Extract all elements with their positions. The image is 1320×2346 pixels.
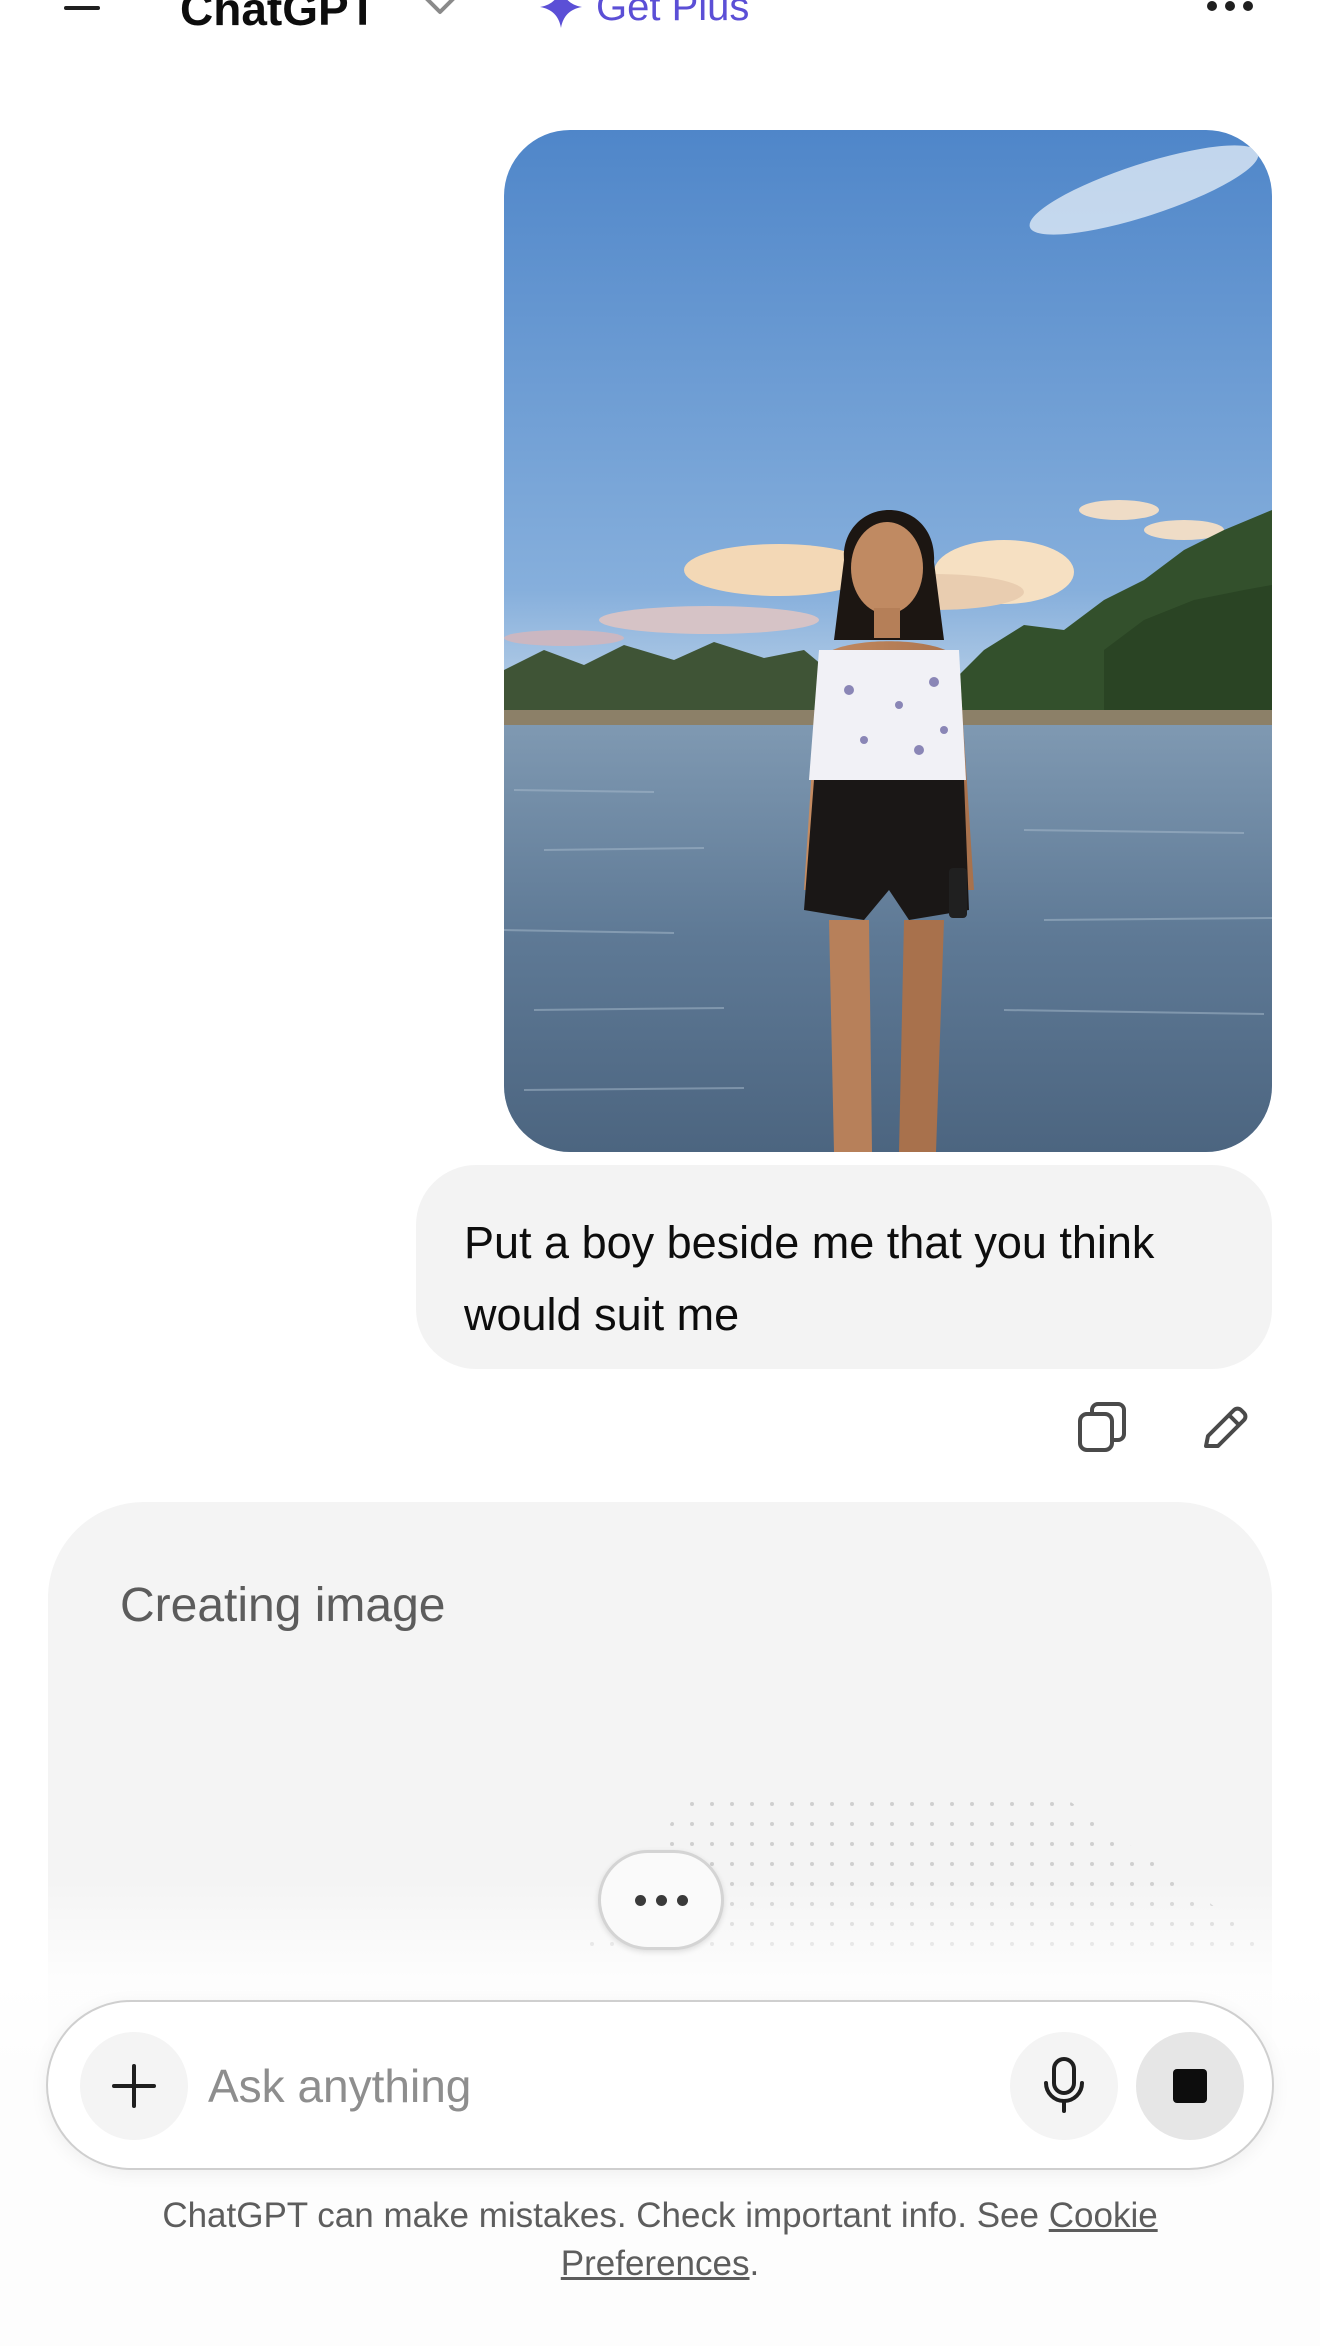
more-icon[interactable] (1200, 0, 1260, 26)
copy-icon[interactable] (1072, 1400, 1136, 1456)
user-message-bubble: Put a boy beside me that you think would… (416, 1165, 1272, 1369)
disclaimer-period: . (749, 2244, 760, 2283)
model-title[interactable]: ChatGPT (180, 0, 377, 36)
user-photo[interactable] (504, 130, 1272, 1152)
loading-indicator (598, 1850, 724, 1950)
photo-illustration (504, 130, 1272, 1152)
generation-status: Creating image (120, 1579, 446, 1632)
top-bar: ChatGPT Get Plus (0, 0, 1320, 40)
disclaimer: ChatGPT can make mistakes. Check importa… (100, 2192, 1220, 2288)
get-plus-label: Get Plus (596, 0, 750, 29)
plus-icon (112, 2064, 156, 2108)
stop-icon (1173, 2069, 1207, 2103)
user-message-text: Put a boy beside me that you think would… (464, 1217, 1155, 1340)
edit-icon[interactable] (1194, 1400, 1254, 1456)
chevron-down-icon[interactable] (422, 0, 458, 20)
mic-icon (1044, 2057, 1084, 2113)
menu-icon[interactable] (60, 0, 100, 32)
get-plus-button[interactable]: Get Plus (538, 0, 749, 30)
disclaimer-text: ChatGPT can make mistakes. Check importa… (162, 2196, 1039, 2235)
add-attachment-button[interactable] (80, 2032, 188, 2140)
stop-generation-button[interactable] (1136, 2032, 1244, 2140)
chat-screen: ChatGPT Get Plus Put a boy beside me tha… (0, 0, 1320, 2346)
sparkle-icon (540, 0, 582, 28)
voice-input-button[interactable] (1010, 2032, 1118, 2140)
message-composer (46, 2000, 1274, 2170)
message-input[interactable] (208, 2038, 1028, 2134)
